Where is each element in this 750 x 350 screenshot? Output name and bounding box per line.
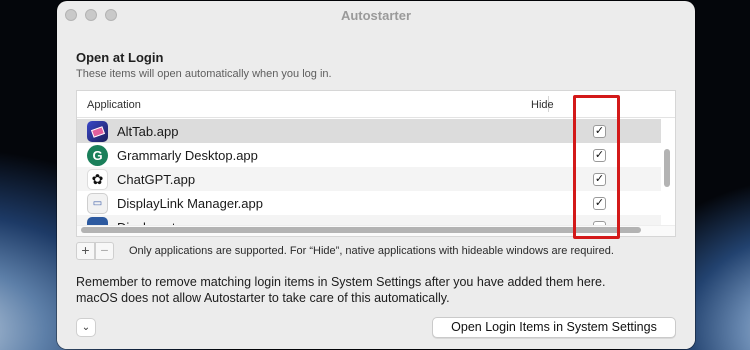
- grammarly-icon: G: [87, 145, 108, 166]
- autostarter-window: Autostarter Open at Login These items wi…: [57, 1, 695, 349]
- app-name: ChatGPT.app: [117, 172, 196, 187]
- title-bar: Autostarter: [57, 1, 695, 29]
- expand-chevron-button[interactable]: ⌄: [76, 318, 96, 337]
- support-note: Only applications are supported. For “Hi…: [129, 245, 614, 257]
- column-header-hide[interactable]: Hide: [531, 99, 554, 111]
- horizontal-scrollbar[interactable]: [81, 227, 641, 233]
- app-name: AltTab.app: [117, 124, 179, 139]
- app-name: Grammarly Desktop.app: [117, 148, 258, 163]
- displaylink-icon: ▭: [87, 193, 108, 214]
- chatgpt-icon: ✿: [87, 169, 108, 190]
- remember-line-1: Remember to remove matching login items …: [76, 275, 606, 289]
- add-item-button[interactable]: +: [76, 242, 95, 260]
- section-title: Open at Login: [76, 50, 164, 65]
- open-login-items-button[interactable]: Open Login Items in System Settings: [432, 317, 676, 338]
- remember-line-2: macOS does not allow Autostarter to take…: [76, 291, 450, 305]
- hide-column-highlight: [573, 95, 620, 239]
- remove-item-button[interactable]: −: [95, 242, 114, 260]
- remember-notice: Remember to remove matching login items …: [76, 274, 686, 306]
- column-header-application[interactable]: Application: [87, 99, 141, 111]
- window-content: Open at Login These items will open auto…: [57, 29, 695, 349]
- app-name: DisplayLink Manager.app: [117, 196, 263, 211]
- section-subtitle: These items will open automatically when…: [76, 68, 332, 80]
- window-title: Autostarter: [340, 8, 412, 23]
- vertical-scrollbar[interactable]: [664, 149, 670, 187]
- alttab-icon: [87, 121, 108, 142]
